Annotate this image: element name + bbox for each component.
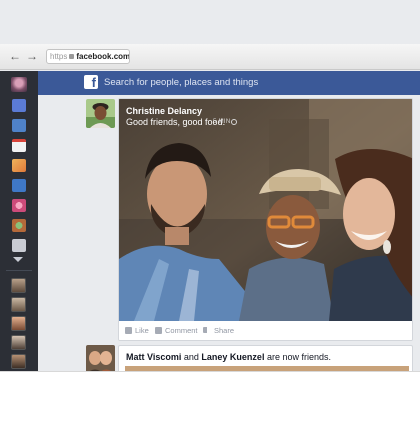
news-feed-icon[interactable] — [12, 99, 26, 112]
post-card: Christine Delancy Good friends, good foo… — [118, 98, 413, 341]
rail-divider — [6, 270, 32, 271]
pages-icon[interactable] — [12, 239, 26, 252]
like-button[interactable]: Like — [125, 326, 149, 335]
music-icon[interactable] — [12, 219, 26, 232]
back-arrow-icon[interactable]: ← — [9, 50, 21, 62]
friend-name-1[interactable]: Matt Viscomi — [126, 352, 181, 362]
comment-button[interactable]: Comment — [155, 326, 198, 335]
story-photo-strip[interactable] — [125, 366, 409, 371]
url-protocol: https — [50, 52, 68, 61]
friend-name-2[interactable]: Laney Kuenzel — [201, 352, 264, 362]
friend-avatar[interactable] — [11, 354, 26, 369]
address-bar[interactable]: https facebook.com — [46, 49, 130, 64]
friend-avatar[interactable] — [11, 335, 26, 350]
globe-icon[interactable] — [231, 119, 237, 125]
friendship-story: Matt Viscomi and Laney Kuenzel are now f… — [118, 345, 413, 371]
games-icon[interactable] — [12, 199, 26, 212]
forward-arrow-icon[interactable]: → — [26, 50, 38, 62]
comment-icon — [155, 326, 162, 334]
search-input[interactable]: Search for people, places and things — [104, 77, 258, 88]
facebook-top-bar: f Search for people, places and things — [38, 71, 420, 95]
browser-toolbar: ← → https facebook.com — [0, 44, 420, 70]
post-author-name[interactable]: Christine Delancy — [126, 106, 202, 116]
search-icon[interactable] — [12, 179, 26, 192]
thumbs-up-icon — [125, 326, 132, 334]
profile-icon[interactable] — [11, 77, 27, 92]
browser-window: ← → https facebook.com f Search for peopl… — [0, 0, 420, 372]
photos-icon[interactable] — [12, 159, 26, 172]
friend-avatar[interactable] — [11, 297, 26, 312]
friend-avatar[interactable] — [11, 278, 26, 293]
lock-icon — [69, 54, 75, 59]
post-actions: Like Comment Share — [119, 321, 412, 340]
friend-avatar[interactable] — [11, 316, 26, 331]
events-icon[interactable] — [12, 139, 26, 152]
chevron-down-icon[interactable] — [13, 257, 23, 262]
left-rail — [0, 71, 38, 371]
share-icon — [203, 327, 211, 334]
facebook-logo[interactable]: f — [84, 75, 98, 89]
post-photo[interactable]: Christine Delancy Good friends, good foo… — [119, 99, 412, 321]
post-message: Good friends, good food. — [126, 117, 226, 127]
author-avatar[interactable] — [86, 99, 115, 128]
messages-icon[interactable] — [12, 119, 26, 132]
friends-story-avatar[interactable] — [86, 345, 115, 371]
friendship-story-text: Matt Viscomi and Laney Kuenzel are now f… — [126, 352, 332, 362]
post-timestamp[interactable]: 5 MIN — [213, 119, 231, 125]
share-button[interactable]: Share — [203, 326, 234, 335]
url-host: facebook.com — [76, 52, 130, 61]
